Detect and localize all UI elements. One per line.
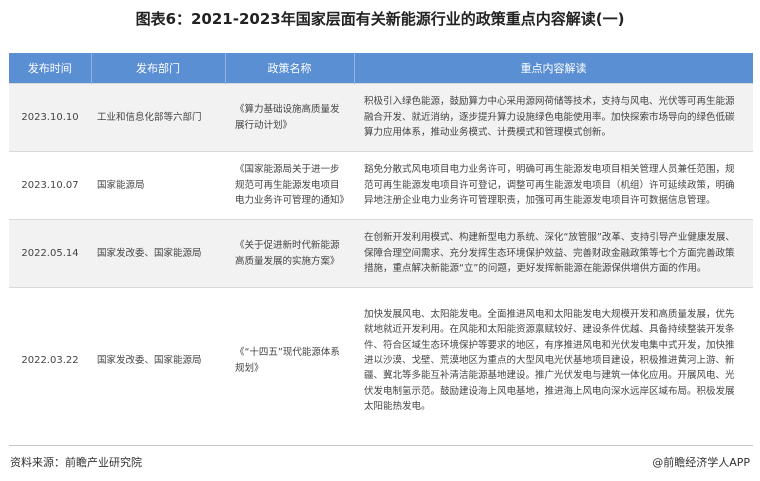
header-content: 重点内容解读 [354,53,754,84]
table-header-row: 发布时间 发布部门 政策名称 重点内容解读 [9,53,754,84]
table-row: 2023.10.07 国家能源局 《国家能源局关于进一步规范可再生能源发电项目电… [9,151,753,220]
footer-divider [9,445,753,446]
table-row: 2022.05.14 国家发改委、国家能源局 《关于促进新时代新能源高质量发展的… [9,219,753,288]
cell-content: 积极引入绿色能源，鼓励算力中心采用源网荷储等技术，支持与风电、光伏等可再生能源融… [354,83,753,152]
cell-dept: 国家发改委、国家能源局 [91,219,225,288]
cell-dept: 工业和信息化部等六部门 [91,83,225,152]
header-policy: 政策名称 [225,53,355,84]
cell-date: 2022.03.22 [9,287,91,434]
cell-dept: 国家能源局 [91,151,225,220]
cell-content: 加快发展风电、太阳能发电。全面推进风电和太阳能发电大规模开发和高质量发展，优先就… [354,287,753,434]
cell-date: 2023.10.07 [9,151,91,220]
source-note: 资料来源：前瞻产业研究院 [10,456,142,469]
table-row: 2022.03.22 国家发改委、国家能源局 《“十四五”现代能源体系规划》 加… [9,287,753,434]
cell-dept: 国家发改委、国家能源局 [91,287,225,434]
cell-content: 在创新开发利用模式、构建新型电力系统、深化“放管服”改革、支持引导产业健康发展、… [354,219,753,288]
cell-policy: 《算力基础设施高质量发展行动计划》 [225,83,354,152]
table-row: 2023.10.10 工业和信息化部等六部门 《算力基础设施高质量发展行动计划》… [9,83,753,152]
header-dept: 发布部门 [91,53,226,84]
cell-policy: 《“十四五”现代能源体系规划》 [225,287,354,434]
cell-date: 2023.10.10 [9,83,91,152]
credit-note: @前瞻经济学人APP [652,456,750,469]
cell-policy: 《国家能源局关于进一步规范可再生能源发电项目电力业务许可管理的通知》 [225,151,354,220]
cell-date: 2022.05.14 [9,219,91,288]
chart-title: 图表6：2021-2023年国家层面有关新能源行业的政策重点内容解读(一) [135,10,625,28]
header-date: 发布时间 [9,53,92,84]
policy-table: 发布时间 发布部门 政策名称 重点内容解读 2023.10.10 工业和信息化部… [9,53,754,434]
cell-content: 豁免分散式风电项目电力业务许可，明确可再生能源发电项目相关管理人员兼任范围，规范… [354,151,753,220]
cell-policy: 《关于促进新时代新能源高质量发展的实施方案》 [225,219,354,288]
